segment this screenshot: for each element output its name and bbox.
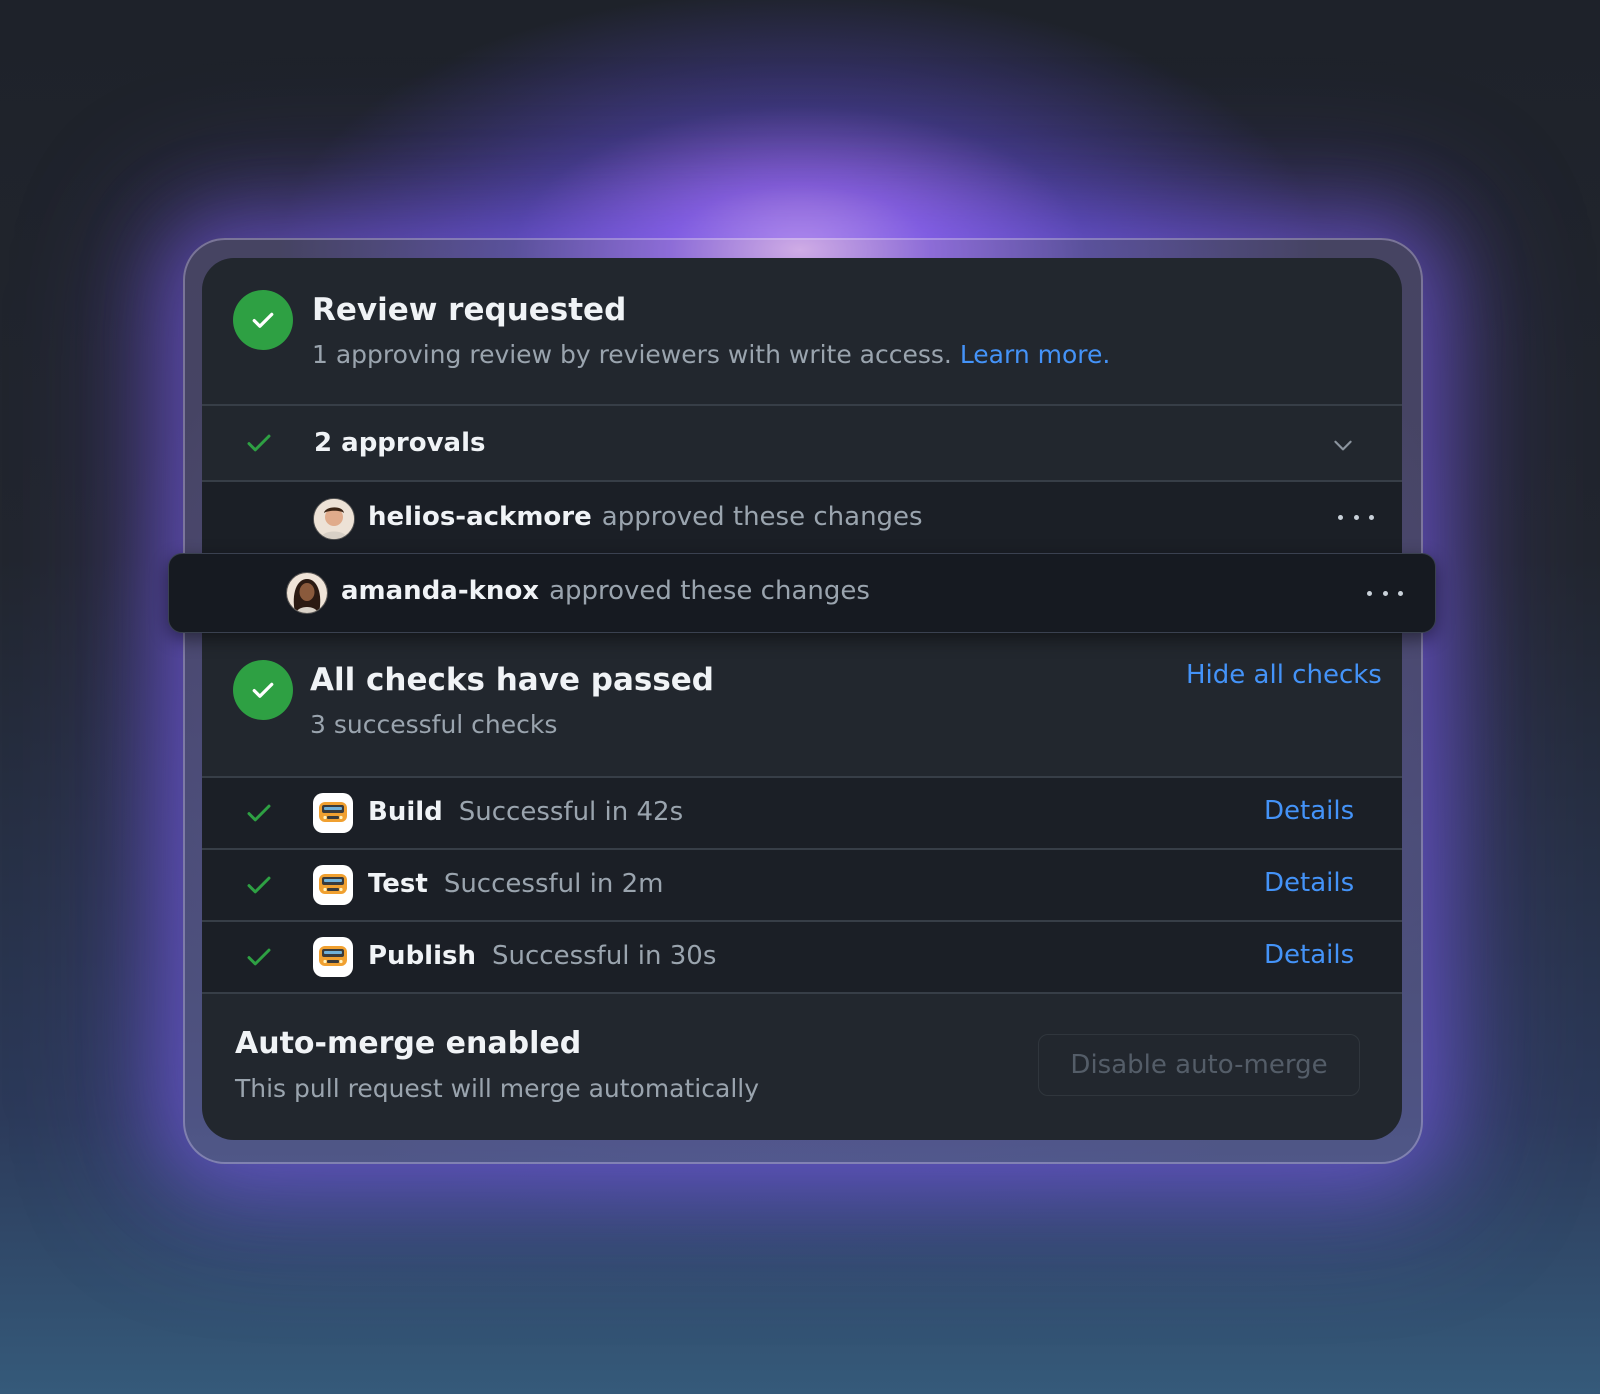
disable-automerge-button[interactable]: Disable auto-merge (1038, 1034, 1360, 1096)
approval-text: helios-ackmore approved these changes (368, 502, 923, 532)
approval-action: approved these changes (601, 502, 923, 532)
check-status: Successful in 30s (492, 941, 717, 971)
automerge-title: Auto-merge enabled (235, 1026, 582, 1061)
chevron-down-icon[interactable] (1330, 432, 1356, 458)
details-link[interactable]: Details (1264, 796, 1354, 826)
bus-icon (313, 937, 353, 977)
check-text: Build Successful in 42s (368, 797, 683, 827)
check-status: Successful in 2m (443, 869, 664, 899)
details-link[interactable]: Details (1264, 940, 1354, 970)
check-text: Test Successful in 2m (368, 869, 663, 899)
learn-more-link[interactable]: Learn more. (960, 340, 1111, 369)
check-circle-icon (233, 290, 293, 350)
check-row-test: Test Successful in 2m Details (202, 850, 1402, 920)
review-subtitle-text: 1 approving review by reviewers with wri… (312, 340, 952, 369)
approval-text: amanda-knox approved these changes (341, 576, 870, 606)
check-icon (247, 434, 271, 452)
details-link[interactable]: Details (1264, 868, 1354, 898)
bus-icon (313, 865, 353, 905)
check-text: Publish Successful in 30s (368, 941, 716, 971)
checks-title: All checks have passed (310, 662, 714, 698)
approver-name[interactable]: amanda-knox (341, 576, 539, 606)
bus-icon (313, 793, 353, 833)
merge-status-card: Review requested 1 approving review by r… (202, 258, 1402, 1140)
automerge-subtitle: This pull request will merge automatical… (235, 1074, 759, 1103)
checks-section: All checks have passed 3 successful chec… (202, 634, 1402, 778)
avatar (286, 572, 328, 614)
check-row-build: Build Successful in 42s Details (202, 778, 1402, 848)
kebab-horizontal-icon[interactable] (1338, 512, 1374, 522)
check-name: Test (368, 869, 428, 899)
approval-row-highlighted[interactable]: amanda-knox approved these changes (168, 553, 1436, 633)
approval-row: helios-ackmore approved these changes (202, 482, 1402, 554)
check-icon (247, 804, 271, 822)
approval-action: approved these changes (549, 576, 870, 606)
review-title: Review requested (312, 292, 627, 328)
approvals-label: 2 approvals (314, 428, 486, 458)
avatar (313, 498, 355, 540)
approvals-toggle[interactable]: 2 approvals (202, 406, 1402, 480)
check-status: Successful in 42s (458, 797, 684, 827)
check-name: Publish (368, 941, 476, 971)
checks-subtitle: 3 successful checks (310, 710, 558, 739)
approver-name[interactable]: helios-ackmore (368, 502, 592, 532)
check-circle-icon (233, 660, 293, 720)
kebab-horizontal-icon[interactable] (1367, 588, 1403, 598)
check-name: Build (368, 797, 443, 827)
hide-all-checks-link[interactable]: Hide all checks (1186, 660, 1382, 690)
check-icon (247, 876, 271, 894)
review-subtitle: 1 approving review by reviewers with wri… (312, 340, 1110, 369)
check-row-publish: Publish Successful in 30s Details (202, 922, 1402, 992)
check-icon (247, 948, 271, 966)
review-section: Review requested 1 approving review by r… (202, 258, 1402, 398)
